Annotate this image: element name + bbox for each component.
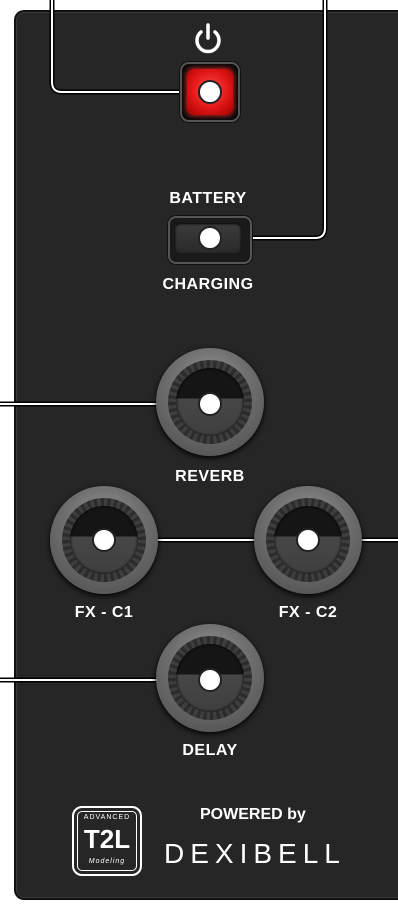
brand-logo-text: DEXIBELL (164, 838, 346, 869)
fx-c2-label: FX - C2 (278, 604, 338, 621)
logo-modeling-text: Modeling (88, 858, 126, 865)
fx-c1-label: FX - C1 (74, 604, 134, 621)
logo-advanced-text: ADVANCED (83, 814, 131, 821)
logo-t2l-text: T2L (83, 824, 131, 854)
delay-label: DELAY (182, 742, 238, 759)
t2l-logo: ADVANCED T2L Modeling (72, 806, 142, 876)
battery-label: BATTERY (169, 190, 247, 207)
reverb-label: REVERB (175, 468, 245, 485)
control-panel-diagram: BATTERY CHARGING REVERB FX - C1 FX - C2 … (0, 0, 398, 906)
fx-c2-knob-dot (296, 528, 320, 552)
reverb-knob-dot (198, 392, 222, 416)
delay-knob-dot (198, 668, 222, 692)
power-button-dot (198, 80, 222, 104)
battery-indicator-dot (198, 226, 222, 250)
fx-c1-knob-dot (92, 528, 116, 552)
charging-label: CHARGING (162, 276, 254, 293)
powered-by-text: POWERED by (200, 806, 306, 823)
power-icon (195, 23, 221, 54)
